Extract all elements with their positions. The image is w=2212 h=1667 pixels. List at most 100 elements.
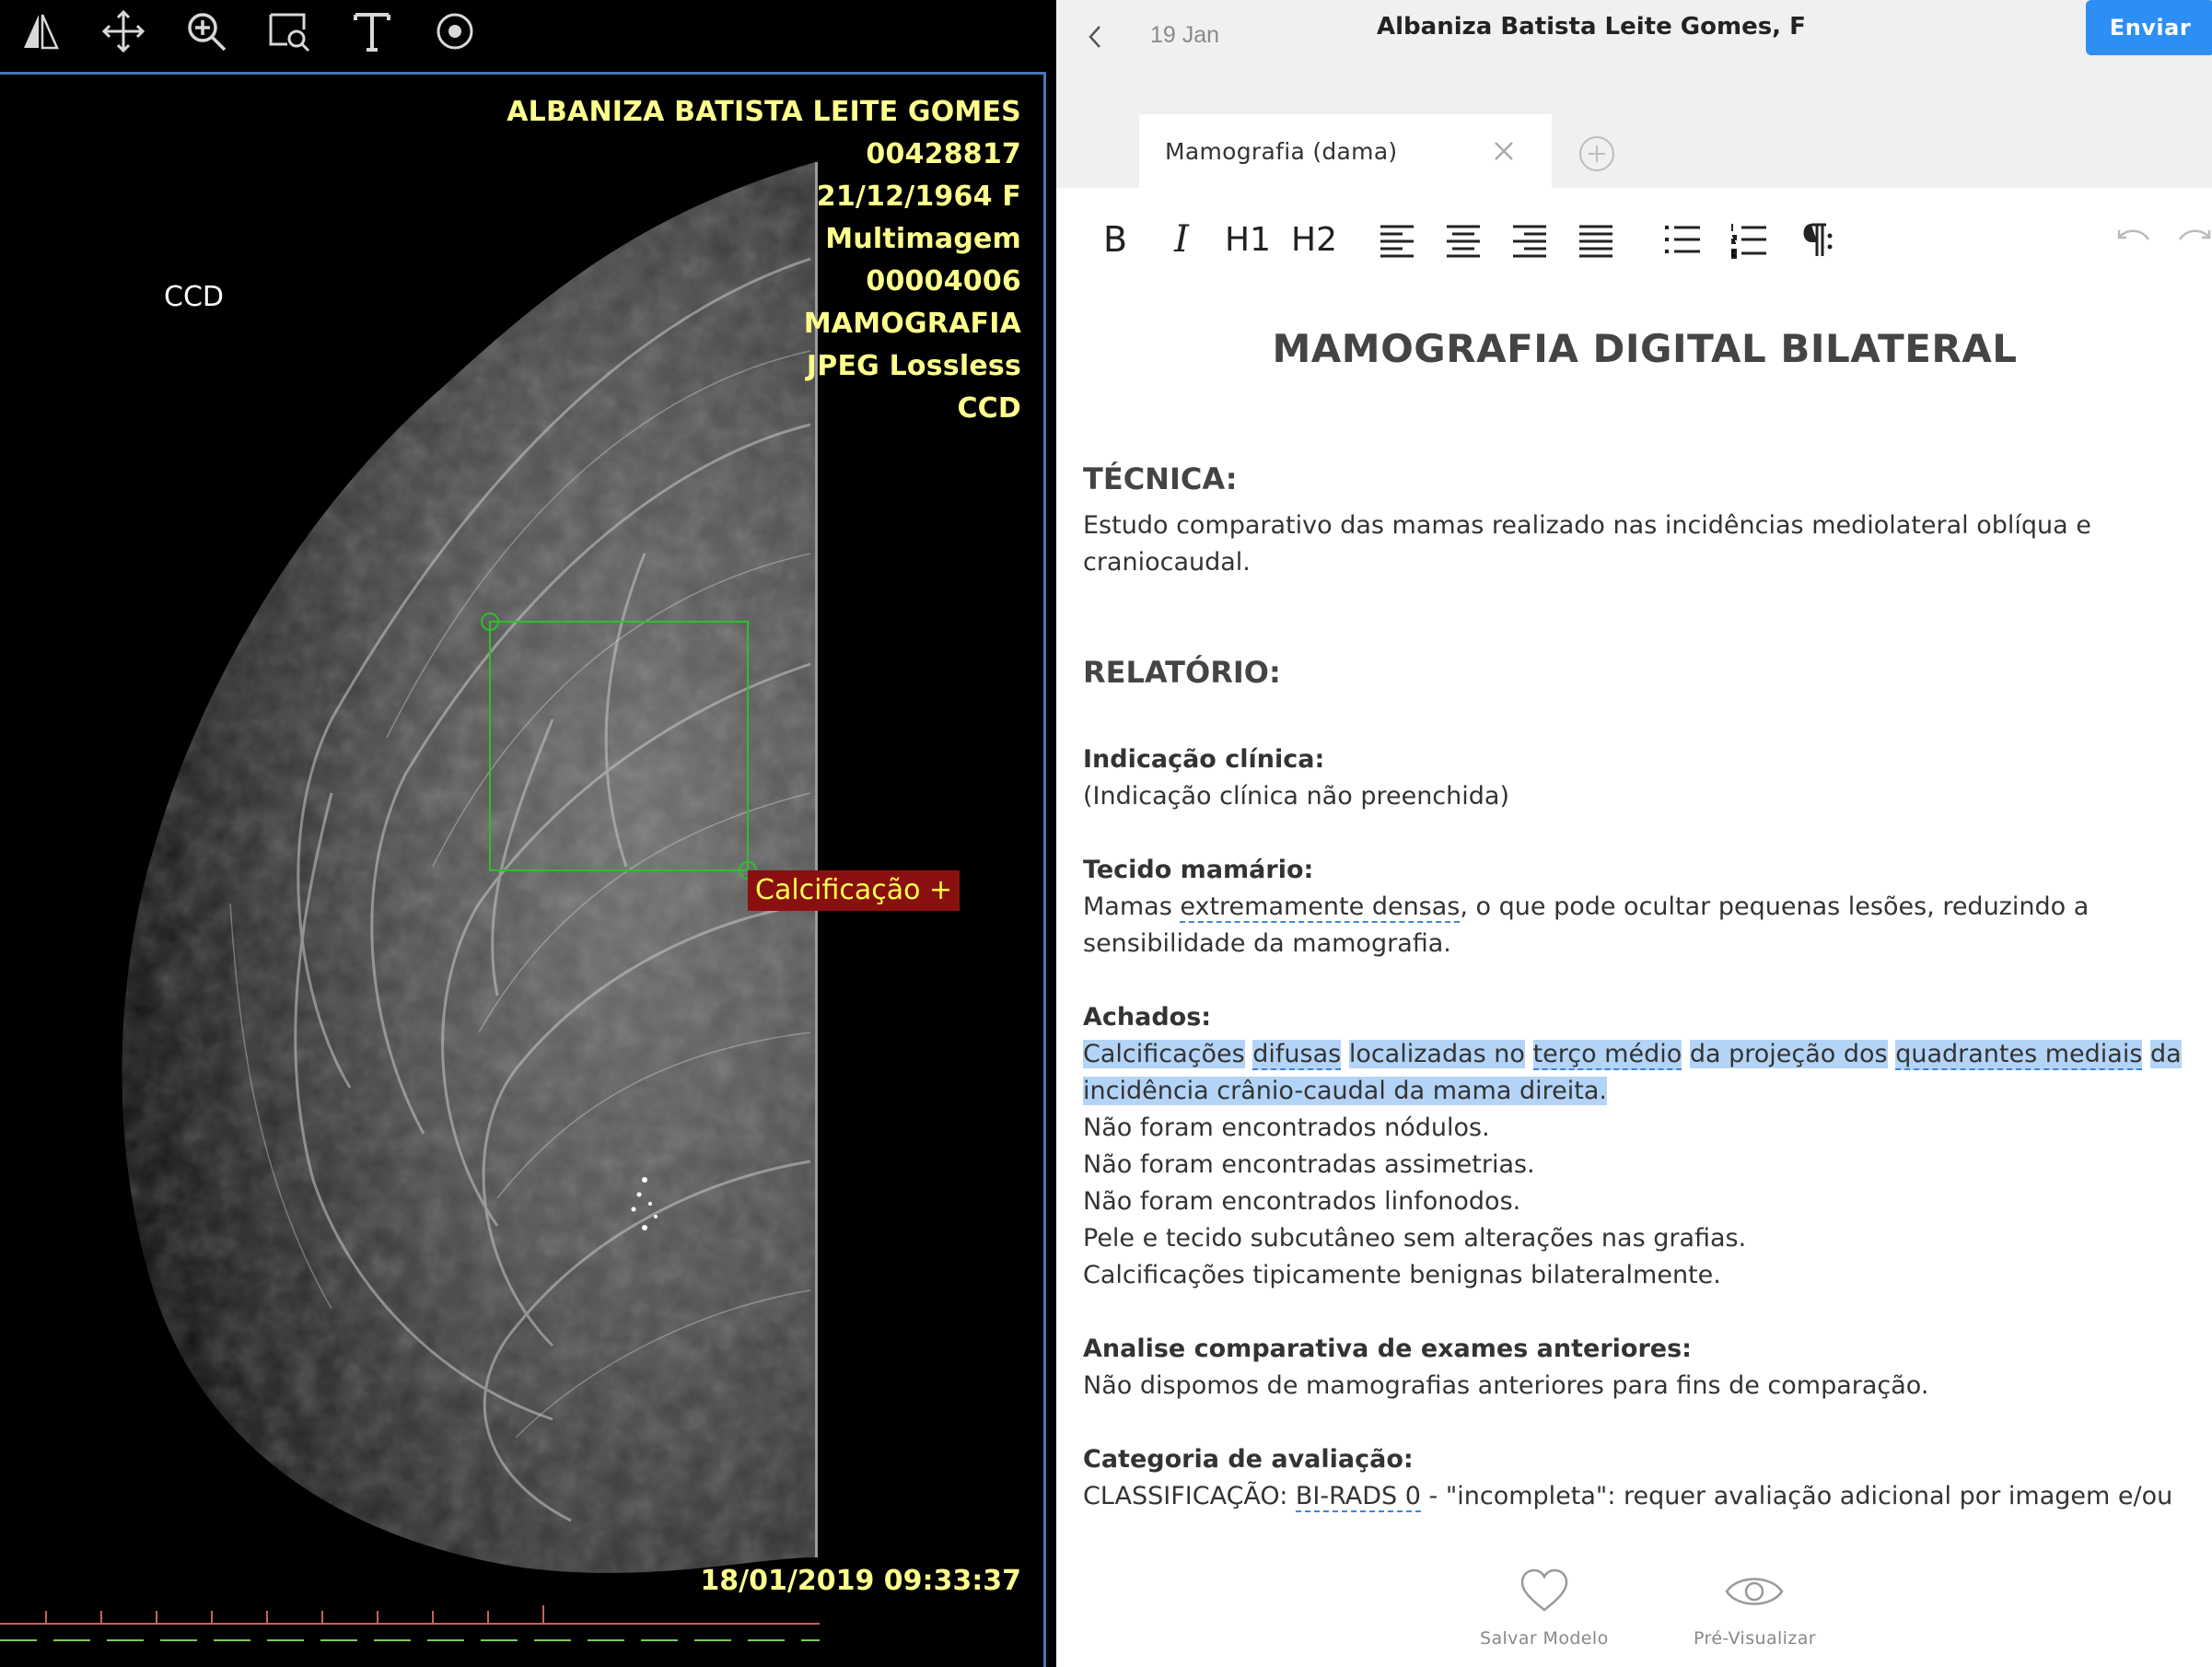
text-tool-icon (354, 13, 390, 52)
roi-rectangle[interactable] (481, 612, 757, 880)
selected-text-6: quadrantes mediais (1895, 1040, 2143, 1070)
align-justify-button[interactable] (1570, 214, 1622, 265)
pan-tool-button[interactable] (96, 4, 151, 59)
undo-button[interactable] (2106, 214, 2158, 265)
image-viewer: CCD ALBANIZA BATISTA LEITE GOMES 0042881… (0, 0, 1056, 1667)
redo-button[interactable] (2171, 214, 2212, 265)
achados-line: Calcificações tipicamente benignas bilat… (1083, 1261, 1721, 1289)
tecnica-heading: TÉCNICA: (1083, 461, 1238, 496)
relatorio-heading: RELATÓRIO: (1083, 655, 1281, 690)
acquisition-timestamp: 18/01/2019 09:33:37 (700, 1565, 1021, 1597)
dicom-overlay-info: ALBANIZA BATISTA LEITE GOMES 00428817 21… (506, 91, 1021, 430)
bullet-list-icon (1665, 226, 1700, 253)
bold-button[interactable]: B (1089, 214, 1141, 265)
achados-line: Pele e tecido subcutâneo sem alterações … (1083, 1224, 1747, 1253)
add-tab-icon[interactable] (1578, 134, 1616, 173)
align-left-button[interactable] (1371, 214, 1423, 265)
overlay-modality: MAMOGRAFIA (803, 308, 1021, 340)
align-justify-icon (1579, 225, 1612, 258)
indicacao-text: (Indicação clínica não preenchida) (1083, 782, 1509, 810)
bullet-list-button[interactable] (1657, 214, 1708, 265)
pan-icon (101, 9, 146, 53)
numbered-list-button[interactable] (1723, 214, 1775, 265)
orientation-label: CCD (164, 281, 224, 313)
categoria-text: CLASSIFICAÇÃO: BI-RADS 0 - "incompleta":… (1083, 1478, 2188, 1515)
achados-selected-text: Calcificações difusas localizadas no ter… (1083, 1036, 2188, 1110)
send-button[interactable]: Enviar (2086, 0, 2212, 55)
undo-icon (2117, 229, 2150, 240)
magnify-region-icon (269, 13, 310, 52)
categoria-text-pre: CLASSIFICAÇÃO: (1083, 1482, 1296, 1510)
achados-heading: Achados: (1083, 1003, 1212, 1032)
italic-button[interactable]: I (1156, 214, 1207, 265)
categoria-text-post: - "incompleta": requer avaliação adicion… (1420, 1482, 2173, 1510)
analise-text: Não dispomos de mamografias anteriores p… (1083, 1371, 1929, 1400)
heading2-icon: H2 (1291, 220, 1337, 259)
selected-text-2: difusas (1252, 1040, 1342, 1070)
document-title: MAMOGRAFIA DIGITAL BILATERAL (1272, 326, 2018, 371)
patient-name-header: Albaniza Batista Leite Gomes, F (1377, 13, 1806, 41)
italic-icon: I (1174, 218, 1189, 261)
indicacao-heading: Indicação clínica: (1083, 745, 1325, 774)
zoom-icon (188, 13, 227, 52)
paragraph-icon (1803, 223, 1833, 256)
flip-tool-button[interactable] (13, 4, 68, 59)
zoom-tool-button[interactable] (179, 4, 234, 59)
align-right-button[interactable] (1504, 214, 1555, 265)
close-icon[interactable] (1487, 134, 1520, 168)
report-document[interactable]: MAMOGRAFIA DIGITAL BILATERAL TÉCNICA: Es… (1083, 304, 2188, 1529)
tecido-text-pre: Mamas (1083, 892, 1181, 921)
align-left-icon (1380, 225, 1414, 258)
preview-button[interactable]: Pré-Visualizar (1694, 1566, 1816, 1649)
overlay-patient-name: ALBANIZA BATISTA LEITE GOMES (506, 96, 1021, 128)
preview-label: Pré-Visualizar (1694, 1628, 1816, 1649)
achados-line: Não foram encontrados linfonodos. (1083, 1187, 1521, 1216)
editor-bottom-bar: Salvar Modelo Pré-Visualizar (1056, 1538, 2212, 1667)
heading1-icon: H1 (1225, 220, 1271, 259)
paragraph-format-button[interactable] (1789, 214, 1841, 265)
align-center-button[interactable] (1438, 214, 1489, 265)
achados-line: Não foram encontrados nódulos. (1083, 1113, 1490, 1142)
image-viewport[interactable]: CCD ALBANIZA BATISTA LEITE GOMES 0042881… (0, 72, 1046, 1667)
selected-text-3: localizadas no (1348, 1040, 1525, 1068)
roi-circle-icon (437, 13, 473, 50)
overlay-institution: Multimagem (825, 223, 1021, 255)
roi-circle-tool-button[interactable] (427, 4, 483, 59)
align-right-icon (1513, 225, 1546, 258)
selected-text-1: Calcificações (1083, 1040, 1245, 1068)
categoria-heading: Categoria de avaliação: (1083, 1445, 1414, 1474)
tecido-heading: Tecido mamário: (1083, 856, 1314, 884)
viewer-toolbar (0, 0, 1056, 63)
tecnica-text: Estudo comparativo das mamas realizado n… (1083, 511, 2091, 577)
editor-header: 19 Jan Albaniza Batista Leite Gomes, F E… (1056, 0, 2212, 188)
back-button[interactable] (1077, 18, 1113, 55)
overlay-accession: 00004006 (866, 265, 1021, 297)
report-editor: 19 Jan Albaniza Batista Leite Gomes, F E… (1056, 0, 2212, 1667)
overlay-birthdate-sex: 21/12/1964 F (816, 181, 1021, 213)
selected-text-4: terço médio (1532, 1040, 1682, 1070)
text-tool-button[interactable] (344, 4, 400, 59)
spellcheck-word[interactable]: extremamente densas (1180, 892, 1461, 923)
numbered-list-icon (1731, 224, 1766, 259)
tecido-text: Mamas extremamente densas, o que pode oc… (1083, 889, 2188, 962)
achados-line: Não foram encontradas assimetrias. (1083, 1150, 1535, 1179)
spellcheck-word[interactable]: BI-RADS 0 (1295, 1482, 1421, 1512)
format-toolbar: B I H1 H2 (1056, 210, 2212, 271)
overlay-compression: JPEG Lossless (806, 350, 1021, 382)
selected-text-5: da projeção dos (1689, 1040, 1888, 1068)
bold-icon: B (1102, 219, 1128, 260)
heart-icon (1520, 1568, 1568, 1612)
save-template-label: Salvar Modelo (1480, 1628, 1609, 1649)
save-template-button[interactable]: Salvar Modelo (1480, 1566, 1609, 1649)
heading1-button[interactable]: H1 (1222, 214, 1274, 265)
chevron-left-icon (1089, 26, 1100, 48)
tab-label: Mamografia (dama) (1165, 137, 1398, 165)
heading2-button[interactable]: H2 (1288, 214, 1340, 265)
roi-handle-top-left[interactable] (481, 612, 499, 631)
analise-heading: Analise comparativa de exames anteriores… (1083, 1335, 1692, 1363)
magnify-region-tool-button[interactable] (262, 4, 317, 59)
roi-annotation-label[interactable]: Calcificação + (748, 870, 960, 911)
overlay-view: CCD (957, 392, 1021, 425)
tab-mamografia[interactable]: Mamografia (dama) (1139, 114, 1552, 188)
redo-icon (2178, 229, 2211, 240)
